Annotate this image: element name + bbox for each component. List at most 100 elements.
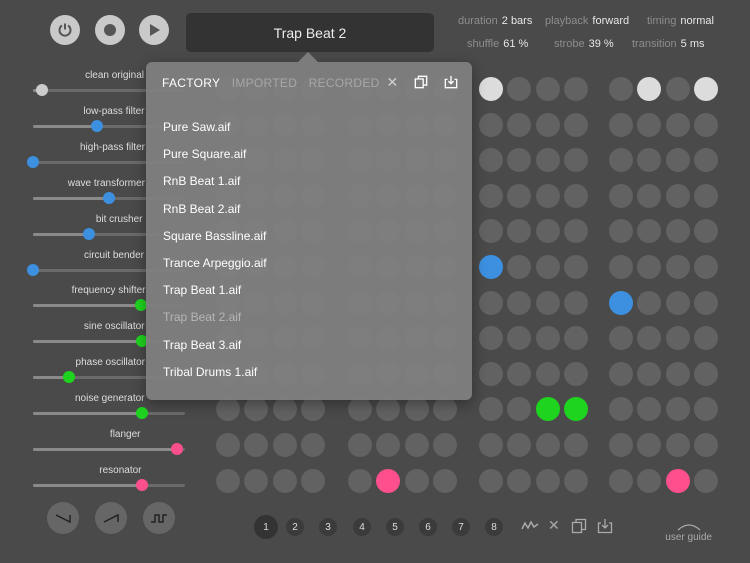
param-duration[interactable]: duration 2 bars (458, 15, 532, 27)
grid-pad[interactable] (693, 183, 718, 208)
waveform-button-saw-up[interactable] (95, 502, 127, 534)
grid-pad[interactable] (563, 255, 588, 279)
grid-pad[interactable] (665, 148, 690, 173)
grid-pad[interactable] (535, 148, 560, 173)
paste-icon[interactable] (597, 518, 613, 537)
grid-pad[interactable] (535, 77, 560, 101)
slider-knob[interactable] (136, 407, 149, 420)
slider-knob[interactable] (90, 119, 103, 132)
grid-pad[interactable] (479, 112, 503, 137)
record-button[interactable] (95, 15, 125, 45)
page-button[interactable]: 7 (452, 518, 470, 536)
grid-pad-active[interactable] (609, 290, 633, 315)
grid-pad[interactable] (609, 397, 633, 422)
slider-knob[interactable] (27, 155, 39, 168)
grid-pad[interactable] (693, 468, 718, 493)
grid-pad[interactable] (300, 433, 325, 457)
param-strobe[interactable]: strobe 39 % (554, 38, 614, 50)
slider-knob[interactable] (171, 443, 184, 455)
grid-pad[interactable] (376, 433, 401, 457)
grid-pad[interactable] (665, 183, 690, 208)
grid-pad[interactable] (665, 219, 690, 244)
grid-pad[interactable] (693, 112, 718, 137)
grid-pad[interactable] (693, 219, 718, 244)
grid-pad[interactable] (609, 361, 633, 386)
grid-pad[interactable] (244, 468, 269, 493)
grid-pad[interactable] (563, 326, 588, 351)
grid-pad[interactable] (479, 468, 503, 493)
grid-pad[interactable] (507, 468, 532, 493)
slider-knob[interactable] (36, 84, 49, 96)
grid-pad[interactable] (693, 361, 718, 386)
grid-pad[interactable] (479, 361, 503, 386)
grid-pad[interactable] (609, 433, 633, 457)
grid-pad[interactable] (665, 397, 690, 422)
grid-pad[interactable] (535, 468, 560, 493)
grid-pad[interactable] (637, 468, 662, 493)
grid-pad[interactable] (609, 148, 633, 173)
waveform-button-saw-down[interactable] (47, 502, 79, 534)
grid-pad[interactable] (348, 433, 372, 457)
grid-pad[interactable] (535, 183, 560, 208)
grid-pad[interactable] (609, 112, 633, 137)
grid-pad[interactable] (665, 77, 690, 101)
grid-pad-active[interactable] (693, 77, 718, 101)
page-button[interactable]: 1 (254, 515, 278, 539)
page-button[interactable]: 2 (286, 518, 304, 536)
grid-pad[interactable] (665, 255, 690, 279)
slider-knob[interactable] (27, 263, 39, 276)
grid-pad-active[interactable] (535, 397, 560, 422)
file-item[interactable]: Pure Saw.aif (163, 120, 267, 147)
tab-imported[interactable]: IMPORTED (232, 76, 298, 90)
grid-pad[interactable] (665, 112, 690, 137)
grid-pad[interactable] (609, 326, 633, 351)
param-playback[interactable]: playback forward (545, 15, 629, 27)
grid-pad[interactable] (432, 433, 457, 457)
grid-pad[interactable] (637, 219, 662, 244)
import-icon[interactable] (444, 74, 458, 90)
grid-pad[interactable] (637, 148, 662, 173)
grid-pad[interactable] (609, 255, 633, 279)
file-item[interactable]: Pure Square.aif (163, 147, 267, 174)
grid-pad[interactable] (535, 326, 560, 351)
grid-pad[interactable] (665, 361, 690, 386)
grid-pad[interactable] (376, 397, 401, 422)
grid-pad[interactable] (432, 468, 457, 493)
grid-pad[interactable] (637, 326, 662, 351)
page-button[interactable]: 4 (353, 518, 371, 536)
grid-pad[interactable] (244, 433, 269, 457)
slider-knob[interactable] (136, 478, 149, 491)
grid-pad[interactable] (637, 290, 662, 315)
page-button[interactable]: 3 (319, 518, 337, 536)
grid-pad-active[interactable] (479, 255, 503, 279)
grid-pad-active[interactable] (563, 397, 588, 422)
slider-knob[interactable] (103, 191, 115, 204)
file-item[interactable]: Tribal Drums 1.aif (163, 365, 267, 392)
file-item[interactable]: Trap Beat 3.aif (163, 338, 267, 365)
grid-pad-active[interactable] (479, 77, 503, 101)
grid-pad[interactable] (535, 290, 560, 315)
file-item[interactable]: RnB Beat 1.aif (163, 174, 267, 201)
clear-icon[interactable]: ✕ (548, 517, 560, 534)
effect-slider[interactable]: resonator (33, 465, 185, 495)
grid-pad[interactable] (563, 433, 588, 457)
grid-pad[interactable] (665, 326, 690, 351)
grid-pad[interactable] (404, 397, 429, 422)
file-item[interactable]: Trance Arpeggio.aif (163, 256, 267, 283)
grid-pad-active[interactable] (637, 77, 662, 101)
grid-pad[interactable] (479, 183, 503, 208)
grid-pad[interactable] (479, 219, 503, 244)
grid-pad[interactable] (507, 219, 532, 244)
grid-pad[interactable] (479, 397, 503, 422)
grid-pad[interactable] (637, 183, 662, 208)
grid-pad[interactable] (244, 397, 269, 422)
grid-pad[interactable] (507, 148, 532, 173)
grid-pad[interactable] (693, 326, 718, 351)
grid-pad[interactable] (216, 468, 240, 493)
grid-pad[interactable] (507, 112, 532, 137)
grid-pad[interactable] (479, 433, 503, 457)
grid-pad[interactable] (272, 397, 297, 422)
slider-knob[interactable] (63, 371, 76, 384)
user-guide-link[interactable]: user guide (665, 523, 712, 543)
grid-pad[interactable] (637, 361, 662, 386)
